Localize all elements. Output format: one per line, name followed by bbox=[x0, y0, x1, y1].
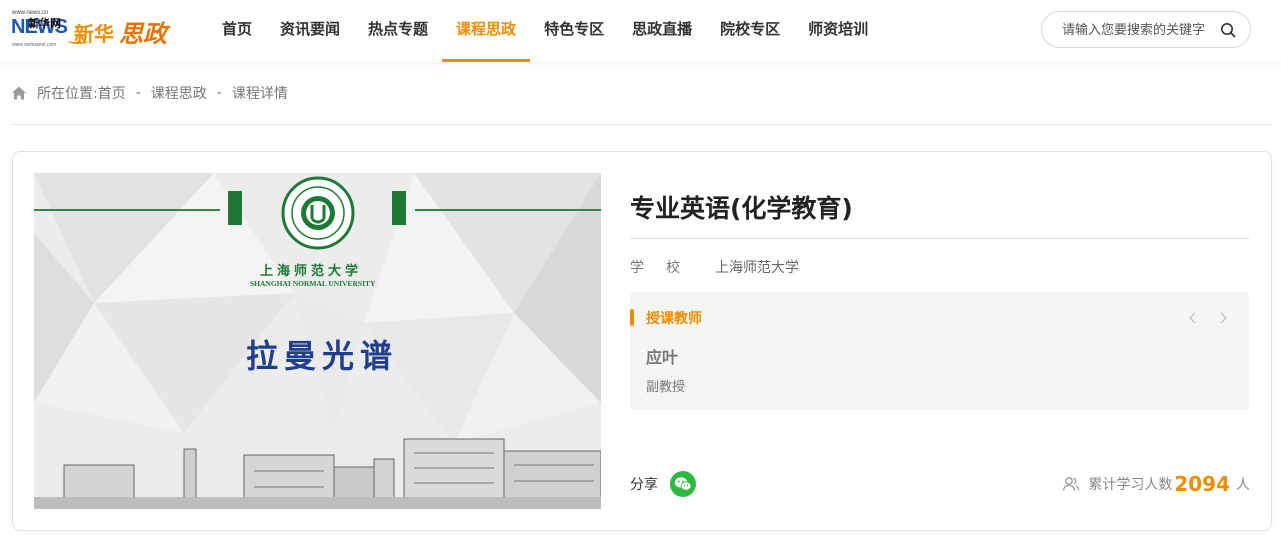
cover-university-en: SHANGHAI NORMAL UNIVERSITY bbox=[250, 279, 376, 288]
wechat-icon[interactable] bbox=[670, 471, 696, 497]
logo-news-cn: 新华网 bbox=[28, 17, 61, 30]
logo-brand-b: 思政 bbox=[119, 19, 167, 48]
teacher-heading: 授课教师 bbox=[646, 311, 702, 327]
logo-brand-a: 新华 bbox=[74, 22, 114, 46]
home-icon bbox=[12, 86, 26, 100]
teacher-name[interactable]: 应叶 bbox=[646, 344, 678, 368]
nav-item-featured[interactable]: 特色专区 bbox=[530, 0, 618, 62]
nav-item-live[interactable]: 思政直播 bbox=[618, 0, 706, 62]
teacher-section: 授课教师 应叶 副教授 bbox=[630, 292, 1249, 410]
breadcrumb-separator: - bbox=[216, 85, 222, 101]
nav-item-schools[interactable]: 院校专区 bbox=[706, 0, 794, 62]
breadcrumb-prefix: 所在位置: bbox=[37, 86, 98, 102]
nav-item-training[interactable]: 师资培训 bbox=[794, 0, 882, 62]
course-info: 专业英语(化学教育) 学校 上海师范大学 授课教师 应叶 副教授 分享 累计学习… bbox=[630, 173, 1250, 513]
cover-university-cn: 上海师范大学 bbox=[260, 264, 363, 279]
people-icon bbox=[1063, 477, 1080, 491]
learner-label: 累计学习人数 bbox=[1088, 477, 1173, 493]
share-row: 分享 bbox=[630, 471, 696, 497]
course-title: 专业英语(化学教育) bbox=[630, 194, 853, 223]
nav-item-topics[interactable]: 热点专题 bbox=[354, 0, 442, 62]
breadcrumb-divider bbox=[11, 124, 1271, 125]
learner-unit: 人 bbox=[1236, 477, 1250, 493]
breadcrumb-courses[interactable]: 课程思政 bbox=[151, 83, 207, 103]
title-divider bbox=[630, 238, 1249, 239]
search-icon[interactable] bbox=[1220, 22, 1236, 38]
learner-count: 累计学习人数 2094 人 bbox=[1062, 471, 1250, 497]
chevron-left-icon[interactable] bbox=[1188, 312, 1198, 324]
nav-item-home[interactable]: 首页 bbox=[208, 0, 266, 62]
search-box bbox=[1041, 11, 1251, 48]
cover-course-title: 拉曼光谱 bbox=[246, 337, 399, 375]
breadcrumb-separator: - bbox=[135, 85, 141, 101]
section-accent-bar bbox=[630, 309, 634, 326]
wechat-glyph bbox=[674, 477, 692, 491]
course-cover-image[interactable]: 上海师范大学 SHANGHAI NORMAL UNIVERSITY 拉曼光谱 bbox=[34, 173, 601, 509]
learner-count-value: 2094 bbox=[1174, 472, 1230, 496]
course-card: 上海师范大学 SHANGHAI NORMAL UNIVERSITY 拉曼光谱 专… bbox=[12, 151, 1272, 531]
school-value: 上海师范大学 bbox=[715, 260, 799, 276]
nav-item-courses[interactable]: 课程思政 bbox=[442, 0, 531, 62]
main-nav: 首页 资讯要闻 热点专题 课程思政 特色专区 思政直播 院校专区 师资培训 bbox=[208, 0, 882, 62]
school-label: 学校 bbox=[630, 260, 702, 276]
xinhua-sizheng-logo[interactable]: www.news.cn NEWS 新华网 www.xinhuanet.com 新… bbox=[10, 10, 185, 50]
share-label: 分享 bbox=[630, 477, 658, 493]
breadcrumb-current: 课程详情 bbox=[231, 86, 288, 102]
xinhuanet-logo: www.news.cn NEWS 新华网 www.xinhuanet.com bbox=[10, 10, 70, 50]
top-header: www.news.cn NEWS 新华网 www.xinhuanet.com 新… bbox=[0, 0, 1281, 62]
teacher-title: 副教授 bbox=[646, 380, 686, 395]
search-input[interactable] bbox=[1062, 21, 1216, 39]
logo-news-url: www.xinhuanet.com bbox=[12, 42, 57, 48]
breadcrumb: 所在位置: 首页 - 课程思政 - 课程详情 bbox=[11, 83, 288, 103]
school-row: 学校 上海师范大学 bbox=[630, 257, 799, 277]
breadcrumb-home[interactable]: 首页 bbox=[98, 83, 126, 103]
chevron-right-icon[interactable] bbox=[1218, 312, 1228, 324]
nav-item-news[interactable]: 资讯要闻 bbox=[266, 0, 354, 62]
